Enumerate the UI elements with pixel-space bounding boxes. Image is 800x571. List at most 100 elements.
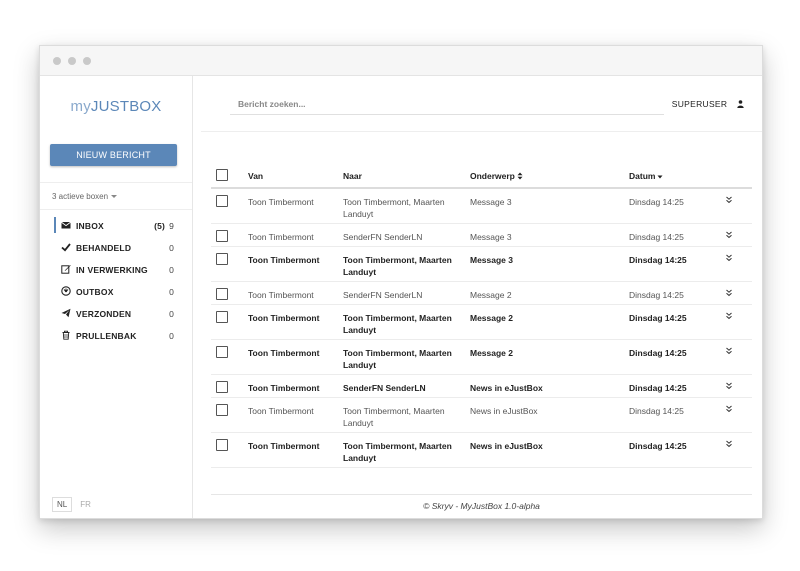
- row-subject: News in eJustBox: [470, 383, 543, 393]
- table-row[interactable]: Toon Timbermont Toon Timbermont, Maarten …: [211, 189, 752, 224]
- row-subject: Message 2: [470, 290, 512, 300]
- row-checkbox[interactable]: [216, 253, 228, 265]
- row-checkbox[interactable]: [216, 404, 228, 416]
- row-to: Toon Timbermont, Maarten Landuyt: [343, 313, 452, 335]
- row-subject: News in eJustBox: [470, 441, 543, 451]
- window-close-dot[interactable]: [53, 57, 61, 65]
- window-maximize-dot[interactable]: [83, 57, 91, 65]
- row-from: Toon Timbermont: [248, 290, 314, 300]
- row-to: Toon Timbermont, Maarten Landuyt: [343, 255, 452, 277]
- row-date: Dinsdag 14:25: [629, 348, 687, 358]
- expand-chevron-icon[interactable]: [725, 347, 733, 355]
- row-from: Toon Timbermont: [248, 348, 320, 358]
- col-header-date[interactable]: Datum: [629, 170, 663, 182]
- user-icon: [737, 100, 744, 108]
- app-logo[interactable]: myJUSTBOX: [40, 98, 192, 115]
- row-to: SenderFN SenderLN: [343, 232, 423, 242]
- row-from: Toon Timbermont: [248, 255, 320, 265]
- expand-chevron-icon[interactable]: [725, 312, 733, 320]
- sidebar-item-inbox[interactable]: INBOX (5) 9: [40, 215, 192, 237]
- row-checkbox[interactable]: [216, 195, 228, 207]
- arrow-circle-icon: [61, 286, 71, 296]
- sort-icon: [517, 172, 523, 180]
- row-date: Dinsdag 14:25: [629, 383, 687, 393]
- row-subject: Message 2: [470, 313, 513, 323]
- row-to: Toon Timbermont, Maarten Landuyt: [343, 348, 452, 370]
- row-checkbox[interactable]: [216, 439, 228, 451]
- window-titlebar: [40, 46, 762, 76]
- row-from: Toon Timbermont: [248, 232, 314, 242]
- unread-count: (5): [154, 221, 166, 231]
- total-count: 0: [169, 287, 174, 297]
- row-checkbox[interactable]: [216, 230, 228, 242]
- table-row[interactable]: Toon Timbermont Toon Timbermont, Maarten …: [211, 398, 752, 433]
- sidebar-item-in-verwerking[interactable]: IN VERWERKING 0: [40, 259, 192, 281]
- total-count: 9: [169, 221, 174, 231]
- sidebar-item-behandeld[interactable]: BEHANDELD 0: [40, 237, 192, 259]
- expand-chevron-icon[interactable]: [725, 254, 733, 262]
- trash-icon: [62, 330, 70, 340]
- row-checkbox[interactable]: [216, 311, 228, 323]
- row-subject: Message 2: [470, 348, 513, 358]
- expand-chevron-icon[interactable]: [725, 440, 733, 448]
- table-header: Van Naar Onderwerp Datum: [211, 163, 752, 189]
- caret-down-icon: [111, 195, 118, 199]
- row-date: Dinsdag 14:25: [629, 255, 687, 265]
- main-content: SUPERUSER Van Naar Onderwerp Datum Toon …: [193, 76, 762, 518]
- sort-desc-icon: [657, 175, 663, 179]
- lang-nl[interactable]: NL: [52, 497, 73, 512]
- row-date: Dinsdag 14:25: [629, 290, 684, 300]
- col-header-to[interactable]: Naar: [343, 170, 463, 182]
- user-menu[interactable]: SUPERUSER: [672, 99, 744, 109]
- row-from: Toon Timbermont: [248, 383, 320, 393]
- sidebar-item-prullenbak[interactable]: PRULLENBAK 0: [40, 325, 192, 347]
- footer-text: © Skryv - MyJustBox 1.0-alpha: [423, 501, 540, 511]
- expand-chevron-icon[interactable]: [725, 196, 733, 204]
- row-checkbox[interactable]: [216, 381, 228, 393]
- select-all-checkbox[interactable]: [216, 169, 228, 181]
- row-subject: Message 3: [470, 232, 512, 242]
- table-row[interactable]: Toon Timbermont SenderFN SenderLN Message …: [211, 282, 752, 305]
- table-row[interactable]: Toon Timbermont Toon Timbermont, Maarten …: [211, 247, 752, 282]
- message-table: Van Naar Onderwerp Datum Toon Timbermont…: [211, 163, 752, 468]
- row-subject: News in eJustBox: [470, 406, 538, 416]
- expand-chevron-icon[interactable]: [725, 382, 733, 390]
- row-to: Toon Timbermont, Maarten Landuyt: [343, 197, 445, 219]
- total-count: 0: [169, 243, 174, 253]
- sidebar-item-verzonden[interactable]: VERZONDEN 0: [40, 303, 192, 325]
- table-row[interactable]: Toon Timbermont Toon Timbermont, Maarten …: [211, 433, 752, 468]
- folder-nav: INBOX (5) 9 BEHANDELD 0 IN VERWERKING 0 O…: [40, 215, 192, 347]
- window-minimize-dot[interactable]: [68, 57, 76, 65]
- row-to: Toon Timbermont, Maarten Landuyt: [343, 406, 445, 428]
- row-date: Dinsdag 14:25: [629, 232, 684, 242]
- footer-divider: [211, 494, 752, 495]
- sidebar-item-outbox[interactable]: OUTBOX 0: [40, 281, 192, 303]
- table-row[interactable]: Toon Timbermont SenderFN SenderLN Message …: [211, 224, 752, 247]
- new-message-button[interactable]: NIEUW BERICHT: [50, 144, 177, 166]
- table-row[interactable]: Toon Timbermont Toon Timbermont, Maarten …: [211, 305, 752, 340]
- row-checkbox[interactable]: [216, 288, 228, 300]
- col-header-from[interactable]: Van: [248, 170, 263, 182]
- expand-chevron-icon[interactable]: [725, 405, 733, 413]
- lang-fr[interactable]: FR: [76, 498, 95, 511]
- row-date: Dinsdag 14:25: [629, 441, 687, 451]
- row-subject: Message 3: [470, 255, 513, 265]
- search-input[interactable]: [230, 93, 664, 115]
- expand-chevron-icon[interactable]: [725, 231, 733, 239]
- row-date: Dinsdag 14:25: [629, 406, 684, 416]
- row-from: Toon Timbermont: [248, 313, 320, 323]
- row-from: Toon Timbermont: [248, 406, 314, 416]
- row-checkbox[interactable]: [216, 346, 228, 358]
- table-row[interactable]: Toon Timbermont SenderFN SenderLN News in …: [211, 375, 752, 398]
- total-count: 0: [169, 309, 174, 319]
- table-body: Toon Timbermont Toon Timbermont, Maarten …: [211, 189, 752, 468]
- expand-chevron-icon[interactable]: [725, 289, 733, 297]
- edit-icon: [61, 265, 71, 274]
- envelope-icon: [61, 221, 71, 229]
- row-to: SenderFN SenderLN: [343, 383, 426, 393]
- col-header-subject[interactable]: Onderwerp: [470, 170, 523, 182]
- active-boxes-dropdown[interactable]: 3 actieve boxen: [40, 182, 192, 210]
- total-count: 0: [169, 331, 174, 341]
- language-switch: NL FR: [52, 497, 99, 512]
- table-row[interactable]: Toon Timbermont Toon Timbermont, Maarten …: [211, 340, 752, 375]
